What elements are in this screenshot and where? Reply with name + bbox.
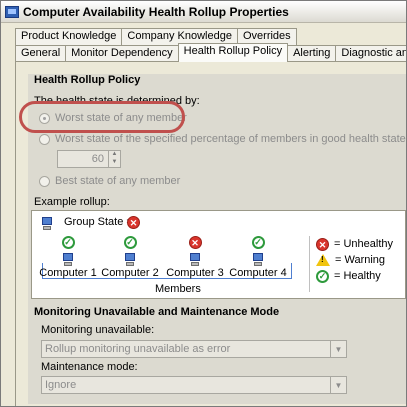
radio-button[interactable] <box>39 133 50 145</box>
member-label-2: Computer 2 <box>101 267 159 279</box>
warning-icon: ! <box>316 254 330 266</box>
group-icon <box>40 217 54 230</box>
title-bar: Computer Availability Health Rollup Prop… <box>1 1 406 23</box>
highlight-annotation-oval <box>19 101 185 133</box>
spin-down-icon[interactable]: ▼ <box>109 159 120 167</box>
monitoring-unavailable-select[interactable]: Rollup monitoring unavailable as error ▼ <box>41 340 347 358</box>
legend-unhealthy: ✕ = Unhealthy <box>316 236 403 252</box>
maintenance-mode-select[interactable]: Ignore ▼ <box>41 376 347 394</box>
legend-unhealthy-label: = Unhealthy <box>334 238 394 250</box>
monitoring-unavailable-value: Rollup monitoring unavailable as error <box>45 343 231 355</box>
healthy-icon: ✓ <box>123 236 137 249</box>
legend-warning: ! = Warning <box>316 252 403 268</box>
example-rollup-diagram: Group State = ✕ ✓ ✓ ✕ ✓ Computer 1 Compu… <box>31 210 406 299</box>
healthy-icon: ✓ <box>61 236 75 249</box>
spin-up-icon[interactable]: ▲ <box>109 151 120 159</box>
radio-button[interactable] <box>39 175 50 187</box>
tab-health-rollup-policy[interactable]: Health Rollup Policy <box>177 43 289 62</box>
maintenance-mode-value: Ignore <box>45 379 77 391</box>
legend-warning-label: = Warning <box>335 254 386 266</box>
state-legend: ✕ = Unhealthy ! = Warning ✓ = Healthy <box>309 236 403 292</box>
tab-row-bottom: General Monitor Dependency Health Rollup… <box>15 43 406 62</box>
member-label-3: Computer 3 <box>166 267 224 279</box>
radio-best-any-member-label: Best state of any member <box>55 175 181 187</box>
legend-healthy: ✓ = Healthy <box>316 268 403 284</box>
chevron-down-icon[interactable]: ▼ <box>330 377 346 393</box>
group-state-unhealthy-icon: ✕ <box>127 216 140 229</box>
group-state-label: Group State = <box>64 216 133 228</box>
tab-monitor-dependency[interactable]: Monitor Dependency <box>65 45 179 62</box>
tab-alerting[interactable]: Alerting <box>287 45 337 62</box>
healthy-icon: ✓ <box>316 269 329 283</box>
radio-worst-percentage[interactable]: Worst state of the specified percentage … <box>39 133 407 145</box>
chevron-down-icon[interactable]: ▼ <box>330 341 346 357</box>
members-label: Members <box>155 283 201 295</box>
tab-diagnostic-and-recovery[interactable]: Diagnostic and Recovery <box>335 45 406 62</box>
member-label-1: Computer 1 <box>39 267 97 279</box>
unhealthy-icon: ✕ <box>316 237 329 251</box>
maintenance-mode-label: Maintenance mode: <box>41 361 138 373</box>
monitoring-unavailable-label: Monitoring unavailable: <box>41 324 155 336</box>
member-label-4: Computer 4 <box>229 267 287 279</box>
percentage-value: 60 <box>91 153 104 165</box>
radio-worst-percentage-label: Worst state of the specified percentage … <box>55 133 407 145</box>
healthy-icon: ✓ <box>251 236 265 249</box>
radio-best-any-member[interactable]: Best state of any member <box>39 175 180 187</box>
monitor-icon <box>5 5 19 18</box>
tab-general[interactable]: General <box>15 45 67 62</box>
tab-product-knowledge[interactable]: Product Knowledge <box>15 28 123 45</box>
window-title: Computer Availability Health Rollup Prop… <box>23 4 289 19</box>
policy-heading: Health Rollup Policy <box>34 74 141 86</box>
example-rollup-label: Example rollup: <box>34 196 110 208</box>
legend-healthy-label: = Healthy <box>334 270 381 282</box>
properties-window: Computer Availability Health Rollup Prop… <box>0 0 407 407</box>
maintenance-heading: Monitoring Unavailable and Maintenance M… <box>34 306 280 318</box>
percentage-spinner[interactable]: 60 ▲ ▼ <box>57 150 121 168</box>
unhealthy-icon: ✕ <box>188 236 202 249</box>
